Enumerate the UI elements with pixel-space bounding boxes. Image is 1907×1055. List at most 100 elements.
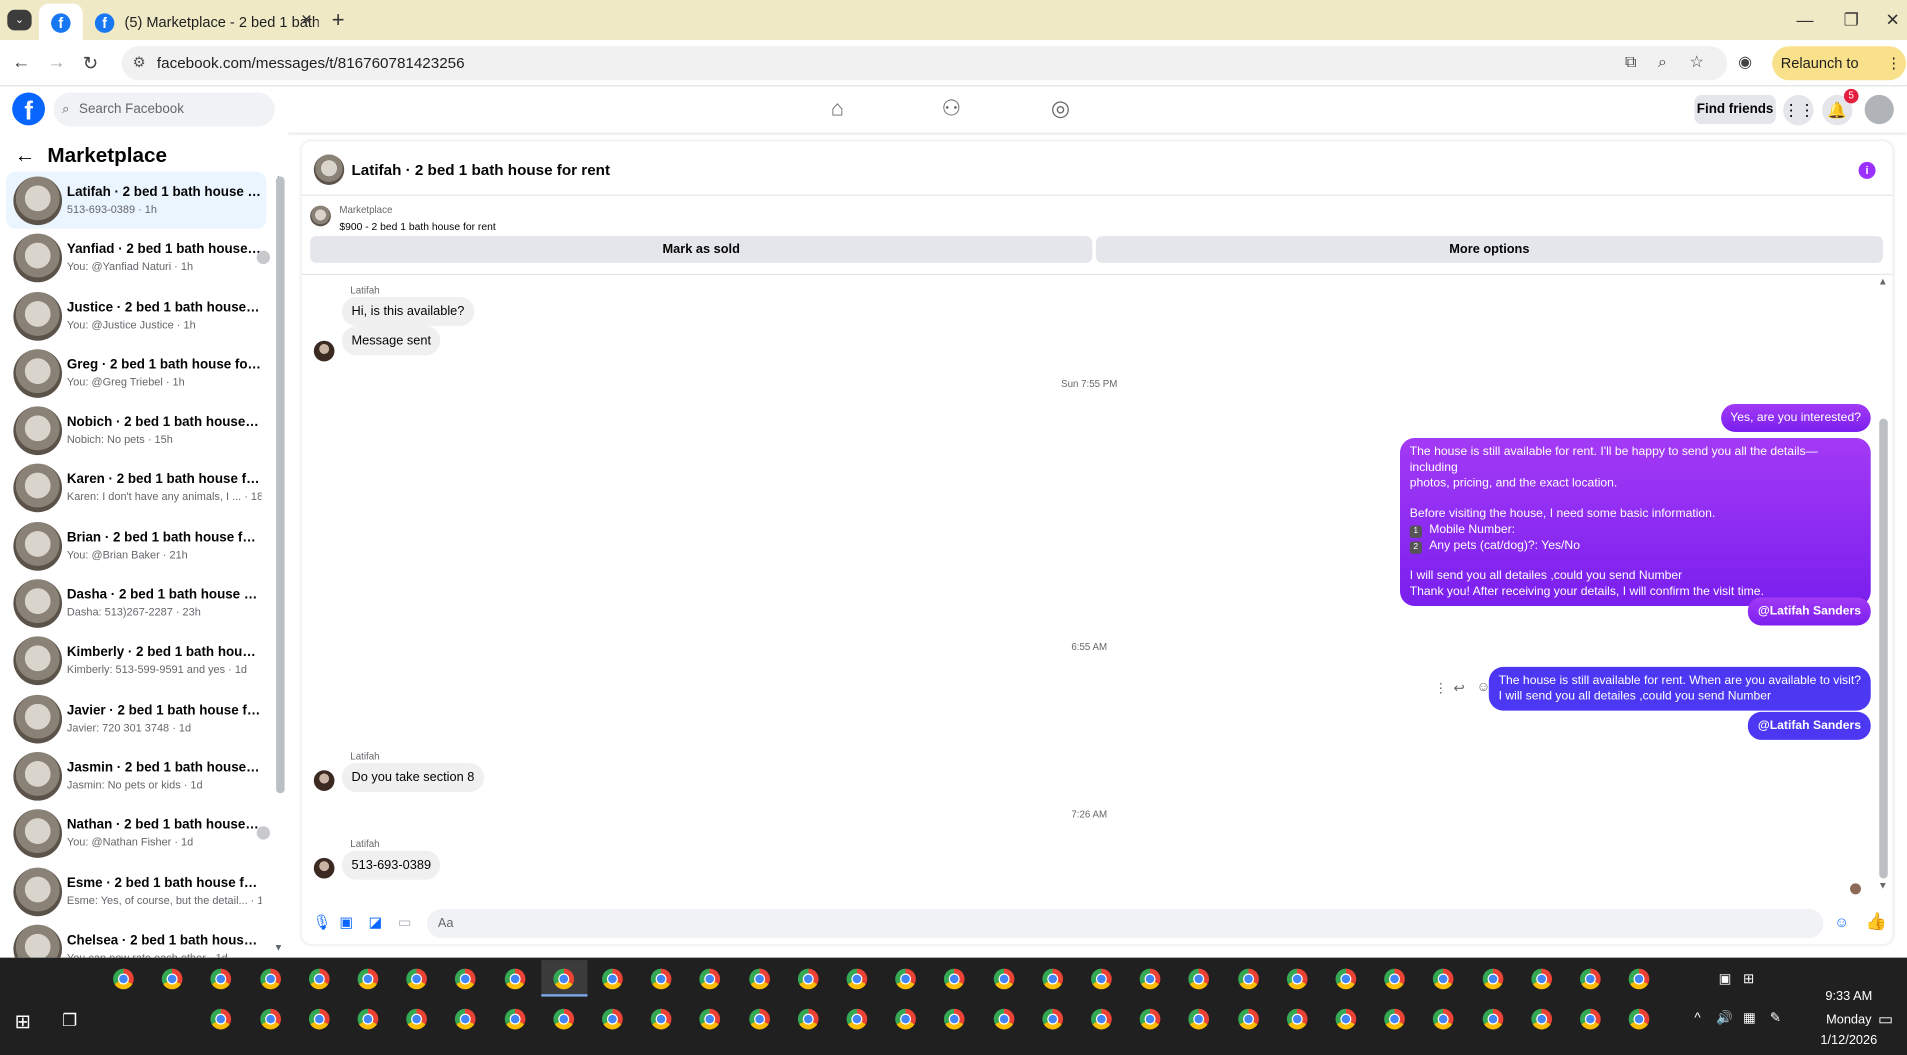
tab-close-icon[interactable]: ✕ <box>294 11 318 28</box>
chrome-taskbar-icon[interactable] <box>1286 1008 1308 1030</box>
chrome-taskbar-icon[interactable] <box>1237 968 1259 990</box>
home-icon[interactable]: ⌂ <box>831 96 844 122</box>
chrome-taskbar-icon[interactable] <box>1091 968 1112 990</box>
notification-center-icon[interactable]: ▭ <box>1878 1010 1893 1029</box>
chrome-taskbar-icon[interactable] <box>895 968 917 990</box>
chrome-taskbar-icon[interactable] <box>357 968 379 990</box>
chrome-taskbar-icon[interactable] <box>259 968 281 990</box>
windows-start-icon[interactable]: ⊞ <box>15 1010 31 1034</box>
menu-dots-icon[interactable]: ⋮ <box>1887 46 1902 80</box>
chat-scroll-down-icon[interactable]: ▼ <box>1878 880 1888 891</box>
chrome-taskbar-icon[interactable] <box>210 968 232 990</box>
chrome-taskbar-icon[interactable] <box>1482 968 1503 990</box>
chrome-taskbar-icon[interactable] <box>1237 1008 1259 1030</box>
sender-avatar[interactable] <box>313 770 335 791</box>
chrome-taskbar-icon[interactable] <box>1580 1008 1601 1030</box>
show-hidden-icons[interactable]: ^ <box>1694 1011 1700 1026</box>
chrome-taskbar-icon[interactable] <box>406 1008 428 1030</box>
windows-security-icon[interactable]: ⊞ <box>1743 971 1754 987</box>
chrome-taskbar-icon[interactable] <box>797 1008 819 1030</box>
message-input[interactable]: Aa <box>426 908 1824 939</box>
chrome-taskbar-icon[interactable] <box>1286 968 1308 990</box>
chrome-taskbar-icon[interactable] <box>1139 968 1161 990</box>
chrome-taskbar-icon[interactable] <box>1335 968 1357 990</box>
network-icon[interactable]: ▦ <box>1743 1010 1756 1026</box>
conversation-item[interactable]: Justice · 2 bed 1 bath house for rent You… <box>6 287 266 345</box>
tab-search-chevron-icon[interactable]: ⌄ <box>7 9 32 31</box>
back-arrow-icon[interactable]: ← <box>15 144 36 167</box>
chrome-taskbar-icon[interactable] <box>748 968 770 990</box>
chrome-taskbar-icon[interactable] <box>308 968 330 990</box>
outgoing-message[interactable]: The house is still available for rent. W… <box>1488 666 1871 711</box>
pen-icon[interactable]: ✎ <box>1770 1010 1781 1026</box>
zoom-icon[interactable]: ⌕ <box>1658 52 1667 71</box>
chrome-taskbar-icon[interactable] <box>797 968 819 990</box>
facebook-logo-icon[interactable]: f <box>12 92 46 126</box>
chrome-taskbar-icon[interactable] <box>1531 1008 1552 1030</box>
listing-price[interactable]: $900 - 2 bed 1 bath house for rent <box>339 220 495 232</box>
info-icon[interactable]: i <box>1858 161 1876 179</box>
chrome-taskbar-icon[interactable] <box>455 968 477 990</box>
chrome-taskbar-icon[interactable] <box>846 1008 868 1030</box>
chrome-taskbar-icon[interactable] <box>1433 1008 1454 1030</box>
listing-thumbnail[interactable] <box>310 205 331 227</box>
sender-avatar[interactable] <box>313 857 335 879</box>
chrome-taskbar-icon[interactable] <box>1384 968 1406 990</box>
chrome-taskbar-icon[interactable] <box>210 1008 232 1030</box>
tab-facebook[interactable]: f <box>38 3 83 41</box>
meet-now-icon[interactable]: ▣ <box>1719 971 1732 987</box>
restore-icon[interactable]: ❐ <box>1839 10 1863 31</box>
more-actions-icon[interactable]: ⋮ <box>1434 680 1447 696</box>
sender-avatar[interactable] <box>313 340 335 362</box>
mark-as-sold-button[interactable]: Mark as sold <box>310 236 1093 263</box>
chrome-taskbar-icon[interactable] <box>161 968 183 990</box>
incoming-message[interactable]: Do you take section 8 <box>341 762 485 793</box>
chrome-taskbar-icon[interactable] <box>602 968 623 990</box>
chrome-taskbar-icon[interactable] <box>1433 968 1454 990</box>
chrome-taskbar-icon[interactable] <box>1091 1008 1112 1030</box>
chrome-taskbar-icon[interactable] <box>1384 1008 1406 1030</box>
volume-icon[interactable]: 🔊 <box>1716 1010 1733 1026</box>
chrome-taskbar-icon[interactable] <box>748 1008 770 1030</box>
outgoing-message[interactable]: Yes, are you interested? <box>1720 403 1871 432</box>
chrome-taskbar-icon[interactable] <box>699 968 721 990</box>
task-view-icon[interactable]: ❐ <box>62 1010 77 1031</box>
mention-tag[interactable]: @Latifah Sanders <box>1748 597 1871 626</box>
new-tab-icon[interactable]: + <box>326 7 350 33</box>
chrome-taskbar-icon[interactable] <box>1042 1008 1063 1030</box>
chrome-taskbar-icon[interactable] <box>650 968 672 990</box>
tab-marketplace[interactable]: f (5) Marketplace - 2 bed 1 bath h <box>92 4 319 41</box>
chrome-taskbar-icon[interactable] <box>504 968 525 990</box>
conversation-item[interactable]: Chelsea · 2 bed 1 bath house for rentYou… <box>6 920 266 958</box>
profile-icon[interactable]: ◉ <box>1738 52 1752 71</box>
chat-title[interactable]: Latifah · 2 bed 1 bath house for rent <box>352 162 611 179</box>
chrome-taskbar-icon[interactable] <box>553 968 574 990</box>
conversation-item[interactable]: Yanfiad · 2 bed 1 bath house for rent You… <box>6 229 271 287</box>
chrome-taskbar-icon[interactable] <box>1628 968 1650 990</box>
chrome-taskbar-icon[interactable] <box>1482 1008 1503 1030</box>
chrome-taskbar-icon[interactable] <box>113 968 134 990</box>
chrome-taskbar-icon[interactable] <box>993 1008 1014 1030</box>
conversation-item[interactable]: Jasmin · 2 bed 1 bath house for rent Jasm… <box>6 747 266 805</box>
reload-icon[interactable]: ↻ <box>83 52 98 75</box>
account-avatar[interactable] <box>1864 94 1894 125</box>
chat-scrollbar[interactable] <box>1879 418 1888 879</box>
chrome-taskbar-icon[interactable] <box>1188 968 1210 990</box>
chrome-taskbar-icon[interactable] <box>553 1008 574 1030</box>
conversation-item[interactable]: Karen · 2 bed 1 bath house for rent Karen… <box>6 459 266 517</box>
conversation-item[interactable]: Nobich · 2 bed 1 bath house for rent Nobi… <box>6 402 266 460</box>
sidebar-scrollbar[interactable] <box>276 176 285 794</box>
back-icon[interactable]: ← <box>12 52 30 73</box>
chrome-taskbar-icon[interactable] <box>1580 968 1601 990</box>
taskbar-date[interactable]: 1/12/2026 <box>1807 1033 1890 1048</box>
find-friends-button[interactable]: Find friends <box>1694 94 1776 125</box>
taskbar-time[interactable]: 9:33 AM <box>1807 989 1890 1004</box>
install-app-icon[interactable]: ⧉ <box>1625 52 1636 71</box>
conversation-item[interactable]: Dasha · 2 bed 1 bath house for rent Dasha… <box>6 574 266 632</box>
forward-icon[interactable]: → <box>47 52 65 73</box>
chrome-taskbar-icon[interactable] <box>650 1008 672 1030</box>
gif-icon[interactable]: ▭ <box>398 914 412 931</box>
reply-icon[interactable]: ↩ <box>1454 680 1465 696</box>
chrome-taskbar-icon[interactable] <box>1188 1008 1210 1030</box>
friends-icon[interactable]: ⚇ <box>941 96 961 122</box>
